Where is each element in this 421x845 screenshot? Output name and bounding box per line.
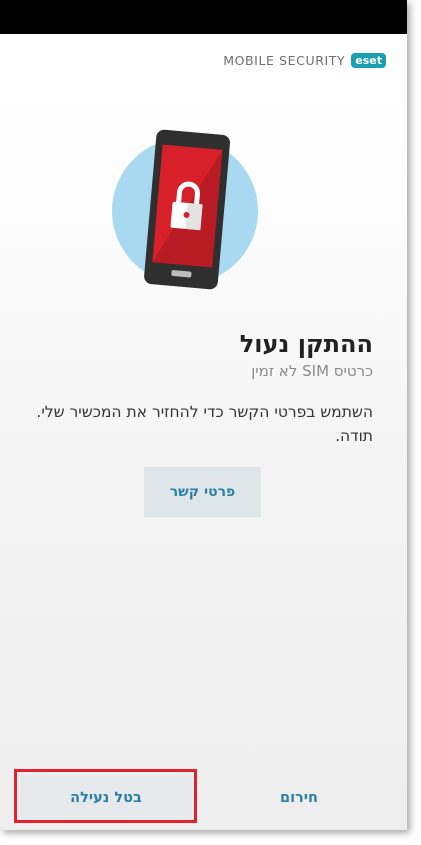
locked-phone-icon bbox=[112, 129, 258, 290]
eset-logo: eset bbox=[351, 53, 386, 68]
cancel-lock-button[interactable]: בטל נעילה bbox=[20, 775, 192, 820]
subtitle: כרטיס SIM לא זמין bbox=[251, 362, 373, 380]
contact-details-button[interactable]: פרטי קשר bbox=[144, 467, 261, 517]
lock-message: ההתקן נעול כרטיס SIM לא זמין השתמש בפרטי… bbox=[24, 330, 373, 448]
status-bar bbox=[0, 0, 407, 34]
owner-message: השתמש בפרטי הקשר כדי להחזיר את המכשיר של… bbox=[36, 403, 373, 445]
app-window: MOBILE SECURITY eset ההתקן נעול כרטיס SI… bbox=[0, 0, 407, 830]
emergency-button[interactable]: חירום bbox=[252, 775, 346, 820]
brand-header: MOBILE SECURITY eset bbox=[223, 53, 386, 68]
page-title: ההתקן נעול bbox=[239, 330, 373, 358]
product-name: MOBILE SECURITY bbox=[223, 53, 346, 68]
